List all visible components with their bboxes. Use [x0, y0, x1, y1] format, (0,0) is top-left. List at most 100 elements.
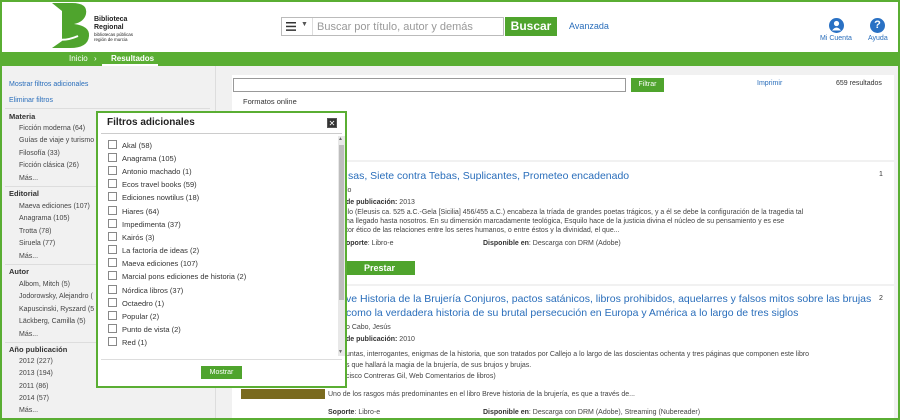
facet-item[interactable]: Jodorowsky, Alejandro (	[19, 293, 93, 300]
result-number: 1	[879, 171, 883, 178]
facet-item[interactable]: Ficción moderna (64)	[19, 125, 85, 132]
user-icon[interactable]	[829, 18, 844, 33]
filter-option[interactable]: Punto de vista (2)	[108, 324, 181, 334]
facet-item[interactable]: Filosofía (33)	[19, 150, 60, 157]
support-value: : Libro-e	[367, 240, 394, 247]
checkbox[interactable]	[108, 232, 117, 241]
facet-item[interactable]: Ficción clásica (26)	[19, 162, 79, 169]
facet-item[interactable]: Trotta (78)	[19, 228, 51, 235]
filter-option-label: Red (1)	[122, 338, 148, 347]
result-pub-year: de publicación: 2013	[346, 199, 415, 206]
filter-option-label: Antonio machado (1)	[122, 167, 192, 176]
result-availability: Disponible en: Descarga con DRM (Adobe),…	[483, 409, 700, 416]
logo-text: Biblioteca Regional bibliotecas públicas…	[94, 16, 133, 42]
scrollbar-thumb[interactable]	[339, 145, 344, 300]
scroll-down-arrow-icon[interactable]: ▼	[338, 349, 343, 355]
facet-item[interactable]: 2013 (194)	[19, 370, 53, 377]
result-title[interactable]: ve Historia de la Brujería Conjuros, pac…	[346, 293, 871, 305]
search-box: ▼	[281, 17, 509, 36]
result-author[interactable]: o Cabo, Jesús	[346, 324, 391, 331]
checkbox[interactable]	[108, 192, 117, 201]
close-icon[interactable]: ✕	[327, 118, 337, 128]
facet-item[interactable]: Anagrama (105)	[19, 215, 70, 222]
checkbox[interactable]	[108, 324, 117, 333]
filter-option-label: Kairós (3)	[122, 233, 155, 242]
filter-option[interactable]: Ediciones nowtilus (18)	[108, 192, 199, 202]
checkbox[interactable]	[108, 258, 117, 267]
filter-option[interactable]: Akal (58)	[108, 140, 152, 150]
print-link[interactable]: Imprimir	[757, 80, 782, 87]
filter-option[interactable]: Nórdica libros (37)	[108, 285, 183, 295]
checkbox[interactable]	[108, 153, 117, 162]
checkbox[interactable]	[108, 179, 117, 188]
facet-item[interactable]: 2012 (227)	[19, 358, 53, 365]
facet-item[interactable]: Maeva ediciones (107)	[19, 203, 90, 210]
facet-item[interactable]: Albom, Mitch (5)	[19, 281, 70, 288]
facet-item[interactable]: Guías de viaje y turismo	[19, 137, 94, 144]
book-cover-image[interactable]	[241, 389, 325, 399]
facet-item[interactable]: 2011 (86)	[19, 383, 48, 390]
filter-option[interactable]: Kairós (3)	[108, 232, 155, 242]
user-glyph	[832, 20, 841, 31]
checkbox[interactable]	[108, 271, 117, 280]
search-button[interactable]: Buscar	[505, 17, 557, 36]
filter-option[interactable]: Red (1)	[108, 337, 147, 347]
facet-more-link[interactable]: Más...	[19, 175, 38, 182]
remove-filters-link[interactable]: Eliminar filtros	[9, 97, 53, 104]
support-label: oporte	[346, 240, 368, 247]
facet-item[interactable]: Läckberg, Camilla (5)	[19, 318, 86, 325]
filter-option[interactable]: Ecos travel books (59)	[108, 179, 197, 189]
additional-filters-dialog: Filtros adicionales ✕ Akal (58) Anagrama…	[96, 111, 347, 388]
checkbox[interactable]	[108, 311, 117, 320]
lend-button[interactable]: Prestar	[344, 261, 415, 275]
menu-icon	[286, 22, 296, 31]
result-description-line: Uno de los rasgos más predominantes en e…	[328, 391, 635, 398]
checkbox[interactable]	[108, 206, 117, 215]
search-input[interactable]	[313, 18, 509, 35]
result-title-line2[interactable]: como la verdadera historia de su brutal …	[346, 307, 798, 319]
checkbox[interactable]	[108, 285, 117, 294]
facet-item[interactable]: Kapuscinski, Ryszard (5	[19, 306, 94, 313]
result-pub-year: de publicación: 2010	[346, 336, 415, 343]
facet-item[interactable]: 2014 (57)	[19, 395, 49, 402]
result-description-line: untas, interrogantes, enigmas de la hist…	[346, 351, 810, 358]
filter-option-label: La factoría de ideas (2)	[122, 246, 200, 255]
checkbox[interactable]	[108, 245, 117, 254]
site-logo[interactable]: Biblioteca Regional bibliotecas públicas…	[50, 3, 150, 48]
advanced-search-link[interactable]: Avanzada	[569, 21, 609, 31]
facet-more-link[interactable]: Más...	[19, 407, 38, 414]
filter-option[interactable]: Anagrama (105)	[108, 153, 176, 163]
facet-more-link[interactable]: Más...	[19, 331, 38, 338]
filter-option[interactable]: Marcial pons ediciones de historia (2)	[108, 271, 246, 281]
account-label[interactable]: Mi Cuenta	[820, 35, 852, 42]
facet-more-link[interactable]: Más...	[19, 253, 38, 260]
search-type-dropdown[interactable]: ▼	[282, 18, 313, 35]
filter-option[interactable]: Antonio machado (1)	[108, 166, 192, 176]
result-title[interactable]: sas, Siete contra Tebas, Suplicantes, Pr…	[348, 170, 629, 182]
help-icon[interactable]: ?	[870, 18, 885, 33]
help-label[interactable]: Ayuda	[868, 35, 888, 42]
filter-option-label: Akal (58)	[122, 141, 153, 150]
filter-option[interactable]: Impedimenta (37)	[108, 219, 181, 229]
show-button[interactable]: Mostrar	[201, 366, 242, 379]
filter-option[interactable]: Hiares (64)	[108, 206, 159, 216]
checkbox[interactable]	[108, 140, 117, 149]
filter-input[interactable]	[233, 78, 626, 92]
filter-option[interactable]: Maeva ediciones (107)	[108, 258, 198, 268]
filter-option-label: Ediciones nowtilus (18)	[122, 193, 200, 202]
pub-year-value: 2013	[399, 199, 415, 206]
filter-button[interactable]: Filtrar	[631, 78, 664, 92]
filter-option[interactable]: Octaedro (1)	[108, 298, 164, 308]
breadcrumb-home[interactable]: Inicio	[69, 53, 88, 65]
filter-option[interactable]: La factoría de ideas (2)	[108, 245, 199, 255]
checkbox[interactable]	[108, 337, 117, 346]
checkbox[interactable]	[108, 166, 117, 175]
scroll-up-arrow-icon[interactable]: ▲	[338, 136, 343, 142]
filter-option-label: Maeva ediciones (107)	[122, 259, 198, 268]
show-more-filters-link[interactable]: Mostrar filtros adicionales	[9, 81, 88, 88]
checkbox[interactable]	[108, 298, 117, 307]
result-availability: Disponible en: Descarga con DRM (Adobe)	[483, 240, 621, 247]
facet-item[interactable]: Siruela (77)	[19, 240, 55, 247]
filter-option[interactable]: Popular (2)	[108, 311, 159, 321]
checkbox[interactable]	[108, 219, 117, 228]
